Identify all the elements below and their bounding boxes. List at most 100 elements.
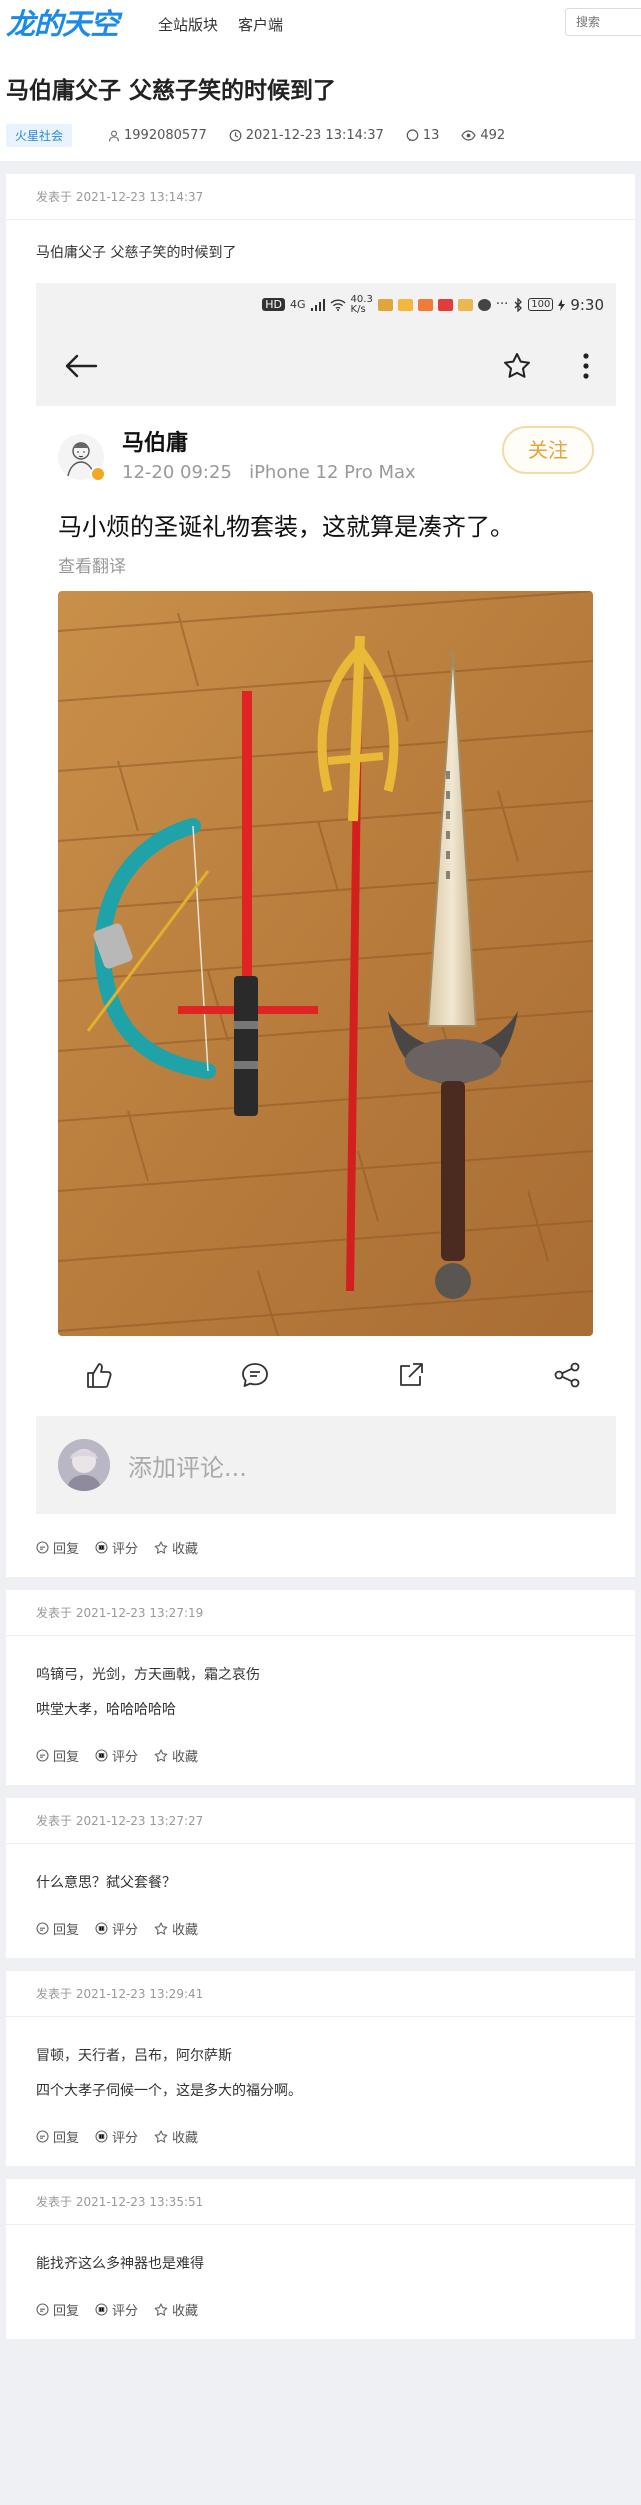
post-body: 能找齐这么多神器也是难得 <box>36 2225 605 2282</box>
author-info: 马伯庸 12-20 09:25 iPhone 12 Pro Max <box>122 426 416 483</box>
star-outline-icon <box>154 2130 168 2143</box>
star-outline-icon <box>154 1749 168 1762</box>
bluetooth-icon <box>514 297 523 312</box>
weapons-photo[interactable] <box>58 591 593 1336</box>
post-actions: 回复 评分 收藏 <box>36 1514 605 1577</box>
rate-icon <box>95 1541 108 1554</box>
star-outline-icon <box>154 1541 168 1554</box>
message-icon <box>477 298 491 311</box>
share-out-icon[interactable] <box>396 1360 426 1390</box>
reply-button[interactable]: 回复 <box>36 1919 79 1938</box>
reply-icon <box>36 1749 49 1762</box>
embedded-screenshot: HD 4G 40.3 K/s ··· 100 9:30 马伯庸 12-20 09… <box>36 283 616 1514</box>
author-id: 1992080577 <box>124 128 207 143</box>
post-time: 发表于 2021-12-23 13:35:51 <box>6 2179 635 2225</box>
weibo-card: 马伯庸 12-20 09:25 iPhone 12 Pro Max 关注 马小烦… <box>36 406 616 1416</box>
rate-button[interactable]: 评分 <box>95 2127 138 2146</box>
weibo-action-bar <box>58 1336 594 1416</box>
post-date-meta: 2021-12-23 13:14:37 <box>229 128 384 143</box>
share-icon[interactable] <box>552 1360 582 1390</box>
app-notification-icon <box>397 298 413 311</box>
app-bar-actions <box>502 351 590 381</box>
reply-button[interactable]: 回复 <box>36 1538 79 1557</box>
reply-count: 13 <box>422 128 440 143</box>
search-input[interactable] <box>565 8 641 36</box>
top-navigation: 龙的天空 全站版块 客户端 <box>0 0 641 48</box>
star-icon[interactable] <box>502 351 532 381</box>
rate-button[interactable]: 评分 <box>95 1538 138 1557</box>
more-vertical-icon[interactable] <box>582 352 590 380</box>
reply-list: 发表于 2021-12-23 13:27:19 呜镝弓，光剑，方天画戟，霜之哀伤… <box>0 1590 641 2339</box>
post-datetime: 2021-12-23 13:14:37 <box>245 128 384 143</box>
view-count-meta: 492 <box>461 128 505 143</box>
comment-icon <box>406 129 419 142</box>
signal-icon <box>310 298 325 311</box>
comment-bubble-icon[interactable] <box>240 1360 270 1390</box>
clock-icon <box>229 129 242 142</box>
reply-post: 发表于 2021-12-23 13:27:19 呜镝弓，光剑，方天画戟，霜之哀伤… <box>6 1590 635 1785</box>
rate-button[interactable]: 评分 <box>95 1746 138 1765</box>
network-indicator: HD <box>262 298 286 311</box>
favorite-button[interactable]: 收藏 <box>154 2300 198 2319</box>
favorite-button[interactable]: 收藏 <box>154 1538 198 1557</box>
nav-link-client[interactable]: 客户端 <box>238 14 283 35</box>
reply-button[interactable]: 回复 <box>36 2300 79 2319</box>
board-tag[interactable]: 火星社会 <box>6 124 73 147</box>
author-meta[interactable]: 1992080577 <box>108 128 207 143</box>
rate-icon <box>95 2303 108 2316</box>
post-actions: 回复 评分 收藏 <box>36 1728 605 1785</box>
view-count: 492 <box>480 128 506 143</box>
star-outline-icon <box>154 1922 168 1935</box>
thread-header: 马伯庸父子 父慈子笑的时候到了 火星社会 1992080577 2021-12-… <box>0 48 641 161</box>
clock-time: 9:30 <box>570 295 604 314</box>
reply-icon <box>36 2303 49 2316</box>
app-notification-icon <box>457 298 473 311</box>
reply-icon <box>36 1922 49 1935</box>
weibo-comment-bar[interactable]: 添加评论... <box>36 1416 616 1514</box>
eye-icon <box>461 130 477 141</box>
reply-button[interactable]: 回复 <box>36 2127 79 2146</box>
first-post: 发表于 2021-12-23 13:14:37 马伯庸父子 父慈子笑的时候到了 … <box>6 174 635 1577</box>
wifi-icon <box>330 298 346 311</box>
favorite-button[interactable]: 收藏 <box>154 1746 198 1765</box>
reply-button[interactable]: 回复 <box>36 1746 79 1765</box>
like-icon[interactable] <box>84 1360 114 1390</box>
post-line: 呜镝弓，光剑，方天画戟，霜之哀伤 <box>36 1667 260 1683</box>
rate-button[interactable]: 评分 <box>95 1919 138 1938</box>
post-body: 马伯庸父子 父慈子笑的时候到了 <box>36 220 605 271</box>
post-time: 发表于 2021-12-23 13:14:37 <box>6 174 635 220</box>
reply-post: 发表于 2021-12-23 13:29:41 冒顿，天行者，吕布，阿尔萨斯 四… <box>6 1971 635 2166</box>
avatar[interactable] <box>58 434 106 482</box>
post-line: 哄堂大孝，哈哈哈哈哈 <box>36 1702 176 1718</box>
reply-icon <box>36 1541 49 1554</box>
back-arrow-icon[interactable] <box>64 354 98 378</box>
translate-link[interactable]: 查看翻译 <box>58 552 594 577</box>
post-body: 呜镝弓，光剑，方天画戟，霜之哀伤 哄堂大孝，哈哈哈哈哈 <box>36 1636 605 1728</box>
verified-badge <box>90 466 106 482</box>
avatar-image-icon <box>58 1439 110 1491</box>
charging-icon <box>558 298 566 311</box>
post-line: 冒顿，天行者，吕布，阿尔萨斯 <box>36 2048 232 2064</box>
commenter-avatar <box>58 1439 110 1491</box>
post-text: 马伯庸父子 父慈子笑的时候到了 <box>36 245 237 261</box>
rate-button[interactable]: 评分 <box>95 2300 138 2319</box>
favorite-button[interactable]: 收藏 <box>154 1919 198 1938</box>
post-body: 什么意思？弑父套餐？ <box>36 1844 605 1901</box>
rate-icon <box>95 2130 108 2143</box>
post-actions: 回复 评分 收藏 <box>36 2109 605 2166</box>
star-outline-icon <box>154 2303 168 2316</box>
app-notification-icon <box>417 298 433 311</box>
favorite-button[interactable]: 收藏 <box>154 2127 198 2146</box>
post-line: 什么意思？弑父套餐？ <box>36 1875 176 1891</box>
post-body: 冒顿，天行者，吕布，阿尔萨斯 四个大孝子伺候一个，这是多大的福分啊。 <box>36 2017 605 2109</box>
more-notifications-icon: ··· <box>495 297 509 312</box>
post-actions: 回复 评分 收藏 <box>36 1901 605 1958</box>
follow-button[interactable]: 关注 <box>502 426 594 474</box>
phone-status-bar: HD 4G 40.3 K/s ··· 100 9:30 <box>36 283 616 326</box>
site-logo[interactable]: 龙的天空 <box>6 0 119 48</box>
weibo-author-name[interactable]: 马伯庸 <box>122 430 416 458</box>
user-icon <box>108 130 120 141</box>
reply-post: 发表于 2021-12-23 13:35:51 能找齐这么多神器也是难得 回复 … <box>6 2179 635 2339</box>
battery-icon: 100 <box>528 298 554 311</box>
nav-link-all-boards[interactable]: 全站版块 <box>158 14 218 35</box>
